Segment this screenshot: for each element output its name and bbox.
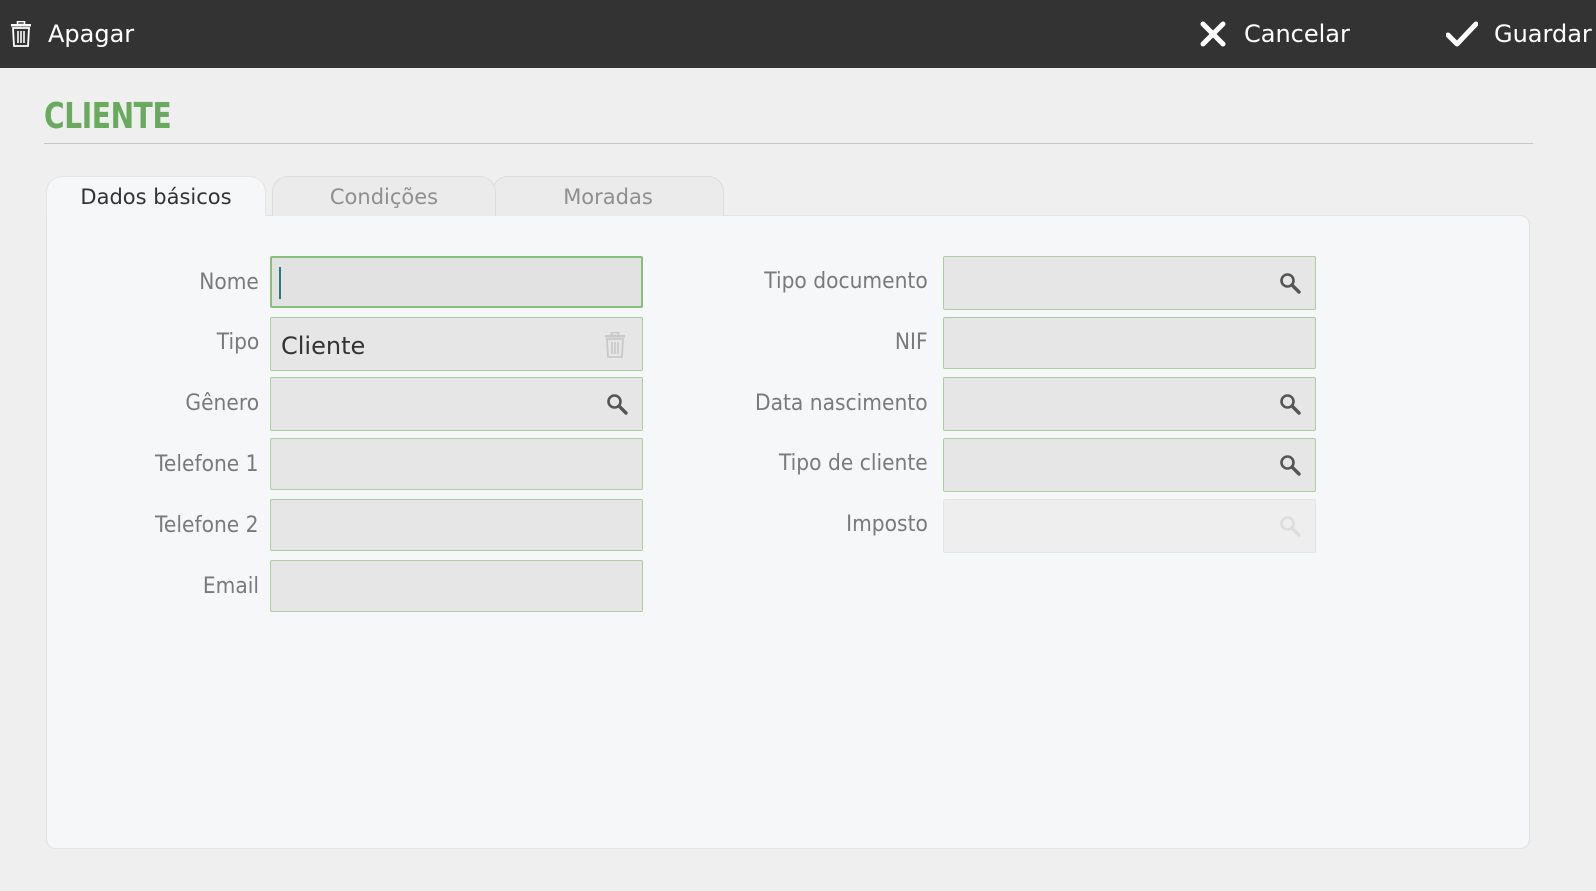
search-icon[interactable] [1279,393,1301,415]
phone1-input[interactable] [270,438,643,490]
document-type-input[interactable] [943,256,1316,310]
search-icon[interactable] [1279,272,1301,294]
phone1-label: Telefone 1 [155,452,259,477]
tax-input [943,499,1316,553]
top-toolbar: Apagar Cancelar Guardar [0,0,1596,68]
cancel-button-label: Cancelar [1244,20,1350,48]
tab-dados-basicos[interactable]: Dados básicos [46,176,266,216]
save-button[interactable]: Guardar [1446,0,1592,68]
name-input[interactable] [270,256,643,308]
gender-label: Gênero [185,391,259,416]
name-label: Nome [199,270,259,295]
email-label: Email [202,574,259,599]
tax-label: Imposto [846,512,928,537]
search-icon[interactable] [606,393,628,415]
phone2-label: Telefone 2 [155,513,259,538]
type-label: Tipo [216,330,259,355]
page-title: CLIENTE [44,96,172,137]
delete-button-label: Apagar [48,20,135,48]
trash-icon [11,21,31,47]
tab-bar: Dados básicos Condições Moradas [46,176,746,216]
title-divider [44,143,1533,144]
document-type-label: Tipo documento [764,269,928,294]
nif-label: NIF [895,330,928,355]
phone2-input[interactable] [270,499,643,551]
birth-date-input[interactable] [943,377,1316,431]
trash-icon[interactable] [604,332,626,358]
birth-date-label: Data nascimento [755,391,928,416]
type-value: Cliente [281,332,366,360]
email-input[interactable] [270,560,643,612]
close-icon [1200,21,1226,47]
tab-condicoes[interactable]: Condições [272,176,496,216]
search-icon[interactable] [1279,454,1301,476]
delete-button[interactable]: Apagar [10,0,134,68]
tab-moradas[interactable]: Moradas [492,176,724,216]
save-button-label: Guardar [1494,20,1592,48]
nif-input[interactable] [943,317,1316,369]
text-caret [279,267,281,299]
search-icon [1280,516,1301,537]
cancel-button[interactable]: Cancelar [1200,0,1350,68]
checkmark-icon [1446,21,1478,47]
client-type-input[interactable] [943,438,1316,492]
client-type-label: Tipo de cliente [779,451,928,476]
gender-input[interactable] [270,377,643,431]
type-input[interactable]: Cliente [270,317,643,371]
